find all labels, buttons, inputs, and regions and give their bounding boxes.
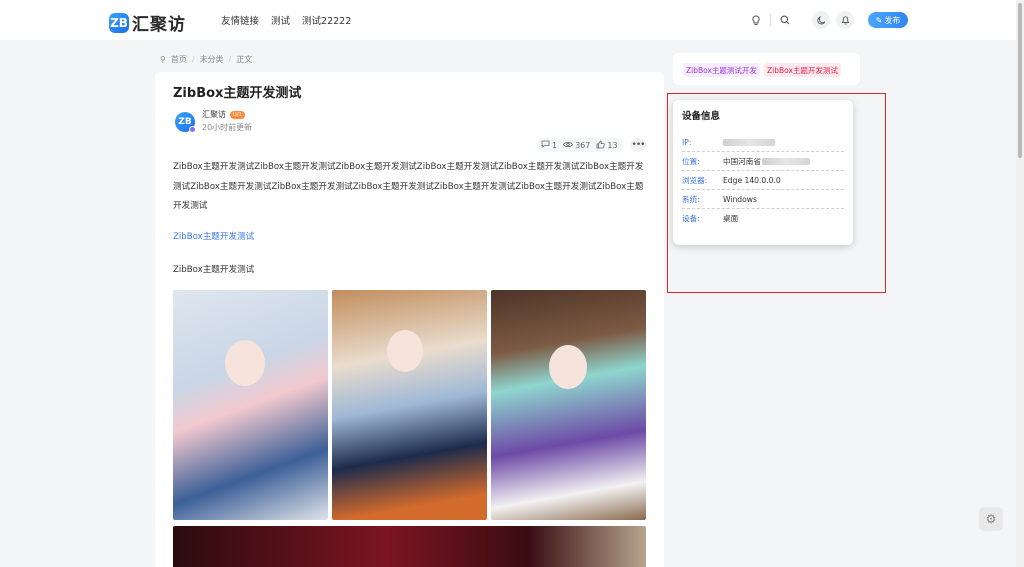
redacted-ip [723,138,775,146]
like-stat[interactable]: 13 [596,140,618,151]
nav-item-test[interactable]: 测试 [271,13,290,27]
article-link[interactable]: ZibBox主题开发测试 [173,230,254,242]
device-label: 位置: [682,156,700,166]
article-card: ZibBox主题开发测试 ZB 汇聚访 LV1 20小时前更新 1 367 13… [155,72,664,567]
updated-time: 20小时前更新 [202,123,253,132]
location-text: 中国河南省 [723,156,761,166]
device-row-ip: IP: [682,133,844,152]
article-image[interactable] [332,290,487,520]
breadcrumb-current: 正文 [236,55,253,64]
publish-label: 发布 [884,15,901,25]
breadcrumb-category[interactable]: 未分类 [200,54,224,65]
page-scrollbar[interactable] [1016,0,1024,567]
device-label: IP: [682,137,692,147]
moon-icon[interactable] [812,11,830,29]
device-value-os: Windows [723,194,757,204]
comment-icon [541,140,550,150]
avatar[interactable]: ZB [175,112,196,133]
author-name[interactable]: 汇聚访 [202,109,226,120]
device-value-ip [723,138,775,146]
breadcrumb-separator: / [191,55,195,64]
like-count: 13 [607,140,618,150]
main-nav: 友情链接 测试 测试22222 [221,13,351,27]
device-row-location: 位置: 中国河南省 [682,152,844,171]
thumb-icon [596,140,606,151]
eye-icon [563,141,574,150]
bulb-icon[interactable] [748,12,764,28]
device-label: 设备: [682,214,700,223]
publish-button[interactable]: ✎ 发布 [868,12,908,28]
avatar-logo: ZB [178,117,192,127]
tag-chip[interactable]: ZibBox主题测试开发 [683,63,760,77]
device-row-os: 系统: Windows [682,190,844,209]
article-paragraph: ZibBox主题开发测试 [173,265,255,275]
header-divider [770,14,771,26]
article-image[interactable] [491,290,646,520]
device-row-browser: 浏览器: Edge 140.0.0.0 [682,171,844,190]
device-value-device: 桌面 [723,214,739,223]
level-badge: LV1 [230,110,245,119]
article-paragraph: ZibBox主题开发测试ZibBox主题开发测试ZibBox主题开发测试ZibB… [173,162,644,211]
device-info-card: 设备信息 IP: 位置: 中国河南省 浏览器: Edge 140.0.0.0 系… [673,100,853,245]
tag-card: ZibBox主题测试开发 ZibBox主题开发测试 [673,53,860,85]
view-stat: 367 [563,141,590,150]
device-value-location: 中国河南省 [723,156,810,167]
device-row-device: 设备: 桌面 [682,209,844,228]
breadcrumb-home[interactable]: 首页 [171,54,187,65]
logo-text: 汇聚访 [132,15,186,35]
settings-icon[interactable]: ⚙ [979,507,1003,531]
location-icon: ⚲ [160,55,166,64]
comment-count: 1 [552,140,558,150]
author-line: 汇聚访 LV1 [202,109,245,120]
pen-icon: ✎ [875,15,883,25]
device-info-title: 设备信息 [682,111,721,122]
device-label: 系统: [682,194,700,204]
site-logo[interactable]: ZB 汇聚访 [109,10,186,35]
article-title: ZibBox主题开发测试 [173,86,302,101]
device-value-browser: Edge 140.0.0.0 [723,175,781,185]
verified-badge-icon [189,126,196,133]
breadcrumb-separator: / [228,55,232,64]
scrollbar-thumb[interactable] [1018,3,1022,158]
nav-item-test22222[interactable]: 测试22222 [302,13,351,27]
article-image[interactable] [173,526,646,567]
logo-icon: ZB [109,12,129,33]
site-header: ZB 汇聚访 友情链接 测试 测试22222 ✎ 发布 [0,0,1016,40]
nav-item-links[interactable]: 友情链接 [221,13,259,27]
breadcrumb: ⚲ 首页 / 未分类 / 正文 [160,54,252,65]
tag-chip[interactable]: ZibBox主题开发测试 [764,63,841,77]
device-label: 浏览器: [682,175,708,185]
article-image[interactable] [173,290,328,520]
search-icon[interactable] [777,12,793,28]
bell-icon[interactable] [836,11,854,29]
article-stats: 1 367 13 [536,138,623,152]
more-icon[interactable]: ••• [630,138,646,152]
comment-stat[interactable]: 1 [541,140,557,150]
view-count: 367 [575,140,591,150]
redacted-location [761,157,810,165]
